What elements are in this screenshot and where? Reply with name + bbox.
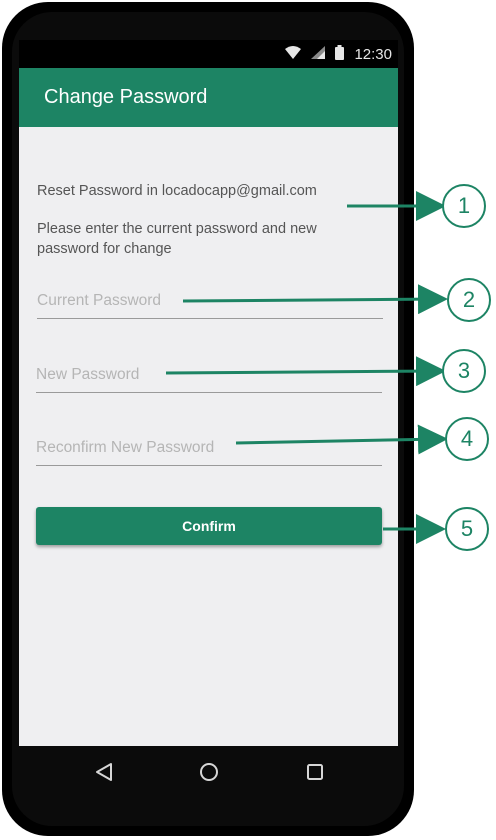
callout-1: 1 (442, 184, 486, 228)
callout-arrow-4 (235, 424, 448, 455)
callout-2: 2 (447, 278, 491, 322)
callout-arrow-3 (165, 356, 446, 387)
callout-3: 3 (442, 349, 486, 393)
callout-arrow-2 (182, 284, 448, 315)
callout-4: 4 (445, 417, 489, 461)
callout-5: 5 (445, 507, 489, 551)
callout-arrows (165, 191, 448, 544)
